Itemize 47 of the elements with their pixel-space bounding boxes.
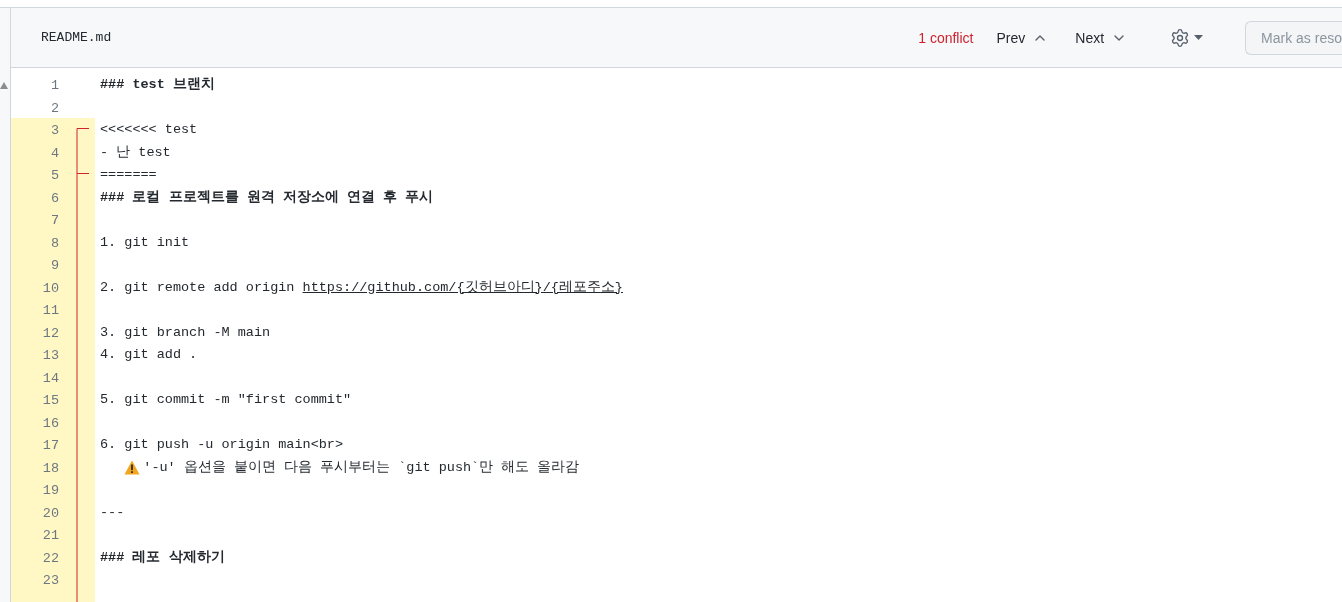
code-text: '-u' 옵션을 붙이면 다음 푸시부터는 `git push`만 해도 올라감 (143, 458, 580, 477)
warning-icon (124, 460, 141, 476)
line-number: 11 (42, 303, 59, 318)
line-number: 14 (42, 370, 59, 386)
line-number: 20 (42, 505, 59, 521)
scroll-arrow-icon[interactable] (0, 82, 8, 89)
line-number: 2 (50, 100, 59, 116)
code-text: ### 레포 삭제하기 (100, 548, 225, 567)
settings-button[interactable] (1170, 27, 1204, 48)
code-text: 2. git remote add origin (100, 278, 295, 297)
code-text: 3. git branch -M main (100, 323, 271, 342)
line-number: 1 (50, 78, 59, 93)
line-number: 5 (50, 168, 59, 183)
code-text: ======= (100, 166, 157, 184)
code-text: - 난 test (100, 143, 171, 162)
line-number: 16 (42, 415, 59, 431)
line-number: 3 (50, 123, 59, 138)
code-text: 5. git commit -m "first commit" (100, 391, 352, 409)
line-number: 9 (50, 258, 59, 273)
settings-icon (1170, 27, 1191, 48)
code-text: --- (100, 503, 125, 522)
code-text: 1. git init (100, 233, 190, 252)
prev-button[interactable]: Prev (996, 29, 1049, 46)
line-number: 17 (42, 438, 59, 453)
line-number: 8 (50, 235, 59, 251)
line-number: 12 (42, 325, 59, 341)
line-number: 10 (42, 280, 59, 296)
line-number: 15 (42, 393, 59, 408)
caret-icon (1194, 35, 1204, 40)
code-text: 4. git add . (100, 346, 198, 364)
next-button[interactable]: Next (1075, 29, 1128, 46)
conflict-count: 1 conflict (918, 29, 974, 46)
line-number: 6 (50, 190, 59, 206)
file-name: README.md (41, 30, 112, 45)
line-number: 19 (42, 483, 59, 498)
line-number: 23 (42, 573, 59, 588)
code-text: <<<<<<< test (100, 121, 198, 139)
code-text: ### 로컬 프로젝트를 원격 저장소에 연결 후 푸시 (100, 188, 433, 207)
line-number: 13 (42, 348, 59, 363)
code-text: 6. git push -u origin main<br> (100, 436, 344, 454)
link[interactable]: https://github.com/{깃허브아디}/{레포주소} (302, 276, 623, 299)
line-number: 21 (42, 528, 59, 543)
line-number: 7 (50, 213, 59, 228)
line-number: 4 (50, 145, 59, 161)
line-number: 22 (42, 550, 59, 566)
code-text: ### test 브랜치 (100, 76, 215, 94)
line-number: 18 (42, 460, 59, 476)
